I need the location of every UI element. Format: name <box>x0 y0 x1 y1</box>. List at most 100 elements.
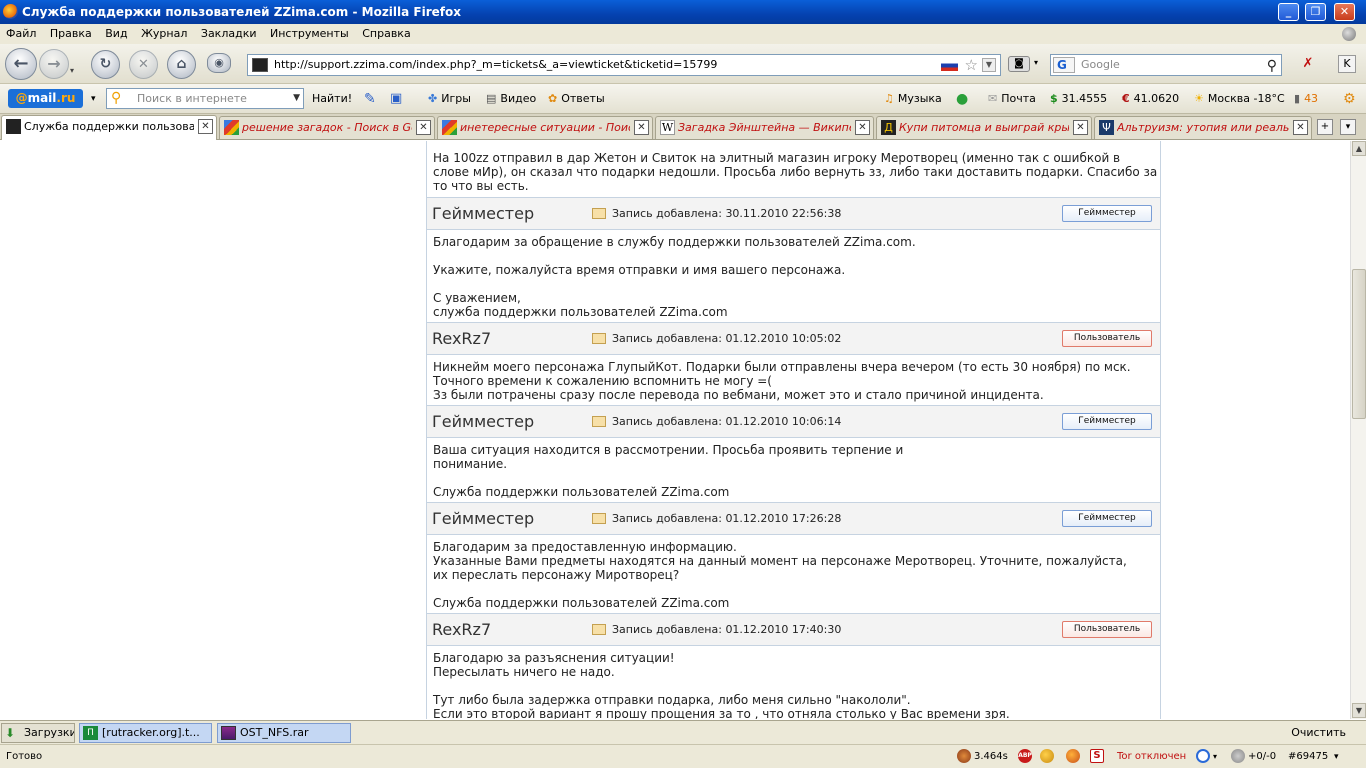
close-tab-icon[interactable]: ✕ <box>855 120 870 135</box>
download-item-rar[interactable]: OST_NFS.rar <box>217 723 351 743</box>
close-tab-icon[interactable]: ✕ <box>634 120 649 135</box>
menu-tools[interactable]: Инструменты <box>270 27 349 40</box>
history-dropdown-icon[interactable]: ▾ <box>70 66 74 75</box>
post-header: Геймместер Запись добавлена: 30.11.2010 … <box>427 197 1160 230</box>
agent-icon[interactable]: ● <box>956 84 968 114</box>
tab-list-icon[interactable]: ▾ <box>1340 119 1356 135</box>
downloads-icon: ⬇ <box>5 726 16 740</box>
mailru-search-input[interactable]: ⚲ Поиск в интернете ▼ <box>106 88 304 109</box>
psi-favicon: Ψ <box>1099 120 1114 135</box>
site-favicon <box>252 58 268 72</box>
eye-icon[interactable]: ◉ <box>207 53 231 73</box>
torrent-file-icon: П <box>83 726 98 740</box>
menu-bookmarks[interactable]: Закладки <box>201 27 257 40</box>
close-button[interactable]: ✕ <box>1334 3 1355 21</box>
tab-google-situations[interactable]: инетересные ситуации - Поиск ... ✕ <box>437 116 653 139</box>
menu-view[interactable]: Вид <box>105 27 127 40</box>
answers-link[interactable]: ✿ Ответы <box>548 84 605 114</box>
usd-rate[interactable]: $31.4555 <box>1050 84 1107 114</box>
url-bar[interactable]: http://support.zzima.com/index.php?_m=ti… <box>247 54 1001 76</box>
camera-icon[interactable]: ◙ <box>1008 56 1030 72</box>
status-bar: Готово 3.464s ABP S Tor отключен ▾ +0/-0… <box>0 744 1366 768</box>
post-date: Запись добавлена: 30.11.2010 22:56:38 <box>612 207 842 220</box>
eur-rate[interactable]: €41.0620 <box>1122 84 1179 114</box>
speed-indicator[interactable]: 3.464s <box>957 745 1008 769</box>
reload-icon[interactable]: ↻ <box>91 50 120 79</box>
music-link[interactable]: ♫ Музыка <box>884 84 942 114</box>
post-header: RexRz7 Запись добавлена: 01.12.2010 17:4… <box>427 613 1160 646</box>
search-icon[interactable]: ⚲ <box>1267 56 1277 76</box>
mail-link[interactable]: ✉ Почта <box>988 84 1036 114</box>
euro-icon: € <box>1122 92 1130 105</box>
mailru-dropdown-icon[interactable]: ▾ <box>91 84 96 114</box>
weather-link[interactable]: ☀ Москва -18°C <box>1194 84 1285 114</box>
menu-help[interactable]: Справка <box>362 27 410 40</box>
mailru-logo[interactable]: @mail.ru <box>8 89 83 108</box>
tab-altruism[interactable]: Ψ Альтруизм: утопия или реальн... ✕ <box>1094 116 1312 139</box>
new-tab-icon[interactable]: + <box>1317 119 1333 135</box>
scroll-up-icon[interactable]: ▲ <box>1352 141 1366 156</box>
traffic-counter[interactable]: ▮ 43 <box>1294 84 1318 114</box>
close-tab-icon[interactable]: ✕ <box>1293 120 1308 135</box>
menu-file[interactable]: Файл <box>6 27 36 40</box>
scroll-down-icon[interactable]: ▼ <box>1352 703 1366 718</box>
navigation-toolbar: ← → ▾ ↻ ✕ ⌂ ◉ http://support.zzima.com/i… <box>0 44 1366 84</box>
tab-wikipedia-einstein[interactable]: W Загадка Эйнштейна — Википед... ✕ <box>655 116 874 139</box>
smiley-icon[interactable] <box>1040 745 1057 769</box>
forward-icon[interactable]: → <box>39 49 69 79</box>
skype-icon[interactable]: ▾ <box>1196 745 1217 769</box>
downloads-button[interactable]: ⬇ Загрузки <box>1 723 75 743</box>
russian-flag-icon <box>941 60 958 71</box>
vertical-scrollbar[interactable]: ▲ ▼ <box>1350 141 1366 719</box>
adblock-icon[interactable]: ABP <box>1018 745 1035 769</box>
tor-status[interactable]: Tor отключен <box>1117 745 1186 769</box>
window-icon[interactable]: ▣ <box>390 84 402 114</box>
post-body: Благодарим за предоставленную информацию… <box>433 540 1127 610</box>
mailru-search-placeholder: Поиск в интернете <box>137 92 247 105</box>
site-favicon: Д <box>881 120 896 135</box>
back-icon[interactable]: ← <box>5 48 37 80</box>
post-author: Геймместер <box>432 204 535 223</box>
s-addon-icon[interactable]: S <box>1090 745 1107 769</box>
status-id: #69475 <box>1288 751 1329 762</box>
clear-downloads-button[interactable]: Очистить <box>1291 721 1346 745</box>
post-author: RexRz7 <box>432 329 492 348</box>
tab-pet-contest[interactable]: Д Купи питомца и выиграй крыль... ✕ <box>876 116 1092 139</box>
scroll-thumb[interactable] <box>1352 269 1366 419</box>
tab-google-riddles[interactable]: решение загадок - Поиск в Goo... ✕ <box>219 116 435 139</box>
chevron-down-icon[interactable]: ▼ <box>293 89 300 108</box>
addon-k-icon[interactable]: K <box>1338 55 1356 73</box>
pencil-icon[interactable]: ✎ <box>364 84 376 114</box>
mailru-toolbar: @mail.ru ▾ ⚲ Поиск в интернете ▼ Найти! … <box>0 84 1366 114</box>
stop-icon[interactable]: ✕ <box>129 50 158 79</box>
games-icon: ✤ <box>428 92 438 105</box>
close-tab-icon[interactable]: ✕ <box>1073 120 1088 135</box>
search-box[interactable]: G Google ⚲ <box>1050 54 1282 76</box>
settings-gear-icon[interactable]: ⚙ <box>1343 84 1356 114</box>
home-icon[interactable]: ⌂ <box>167 50 196 79</box>
games-link[interactable]: ✤ Игры <box>428 84 471 114</box>
firefox-addon-icon[interactable] <box>1066 745 1083 769</box>
menu-edit[interactable]: Правка <box>50 27 92 40</box>
download-item-torrent[interactable]: П [rutracker.org].t... <box>79 723 212 743</box>
status-dropdown-icon[interactable]: ▾ <box>1334 745 1339 769</box>
close-tab-icon[interactable]: ✕ <box>416 120 431 135</box>
feedback-counter[interactable]: +0/-0 <box>1231 745 1276 769</box>
tab-zzima-support[interactable]: Служба поддержки пользоват... ✕ <box>1 115 217 140</box>
post-header: Геймместер Запись добавлена: 01.12.2010 … <box>427 405 1160 438</box>
minimize-button[interactable]: _ <box>1278 3 1299 21</box>
url-dropdown-icon[interactable]: ▼ <box>982 58 996 72</box>
downloads-bar: ⬇ Загрузки П [rutracker.org].t... OST_NF… <box>0 720 1366 744</box>
camera-dropdown-icon[interactable]: ▾ <box>1034 58 1038 67</box>
google-engine-icon[interactable]: G <box>1053 57 1075 73</box>
window-title: Служба поддержки пользователей ZZima.com… <box>22 5 461 19</box>
menu-history[interactable]: Журнал <box>141 27 187 40</box>
video-link[interactable]: ▤ Видео <box>486 84 536 114</box>
close-tab-icon[interactable]: ✕ <box>198 119 213 134</box>
addon-red-icon[interactable]: ✗ <box>1300 56 1316 72</box>
mailru-find-button[interactable]: Найти! <box>312 84 352 114</box>
maximize-button[interactable]: ❐ <box>1305 3 1326 21</box>
music-icon: ♫ <box>884 92 894 105</box>
bookmark-star-icon[interactable]: ☆ <box>965 55 978 75</box>
post-author: Геймместер <box>432 412 535 431</box>
